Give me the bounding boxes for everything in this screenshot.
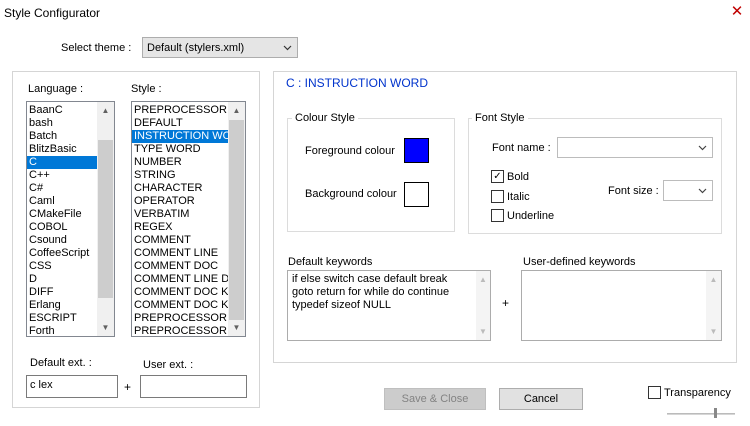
style-list-item[interactable]: CHARACTER xyxy=(132,182,229,195)
style-list-item[interactable]: COMMENT DOC xyxy=(132,260,229,273)
style-list-item[interactable]: COMMENT xyxy=(132,234,229,247)
scroll-thumb[interactable] xyxy=(98,140,113,298)
transparency-checkbox[interactable] xyxy=(648,386,661,399)
foreground-label: Foreground colour xyxy=(305,145,395,157)
default-keywords-label: Default keywords xyxy=(288,256,373,268)
scroll-down-icon[interactable]: ▼ xyxy=(706,323,721,340)
underline-label: Underline xyxy=(507,210,555,222)
default-ext-label: Default ext. : xyxy=(30,357,92,369)
style-scrollbar[interactable]: ▲ ▼ xyxy=(228,102,245,336)
style-list-item[interactable]: INSTRUCTION WORD xyxy=(132,130,229,143)
background-colour-swatch[interactable] xyxy=(404,182,429,207)
font-name-select[interactable] xyxy=(557,137,713,158)
style-label: Style : xyxy=(131,83,162,95)
style-list-item[interactable]: OPERATOR xyxy=(132,195,229,208)
style-list-item[interactable]: COMMENT DOC KEYWORD xyxy=(132,286,229,299)
italic-label: Italic xyxy=(507,191,530,203)
style-list-item[interactable]: NUMBER xyxy=(132,156,229,169)
scroll-down-icon[interactable]: ▼ xyxy=(97,319,114,336)
chevron-down-icon xyxy=(698,145,707,151)
style-list-item[interactable]: STRING xyxy=(132,169,229,182)
user-keywords-label: User-defined keywords xyxy=(523,256,636,268)
style-list-item[interactable]: COMMENT LINE DOC xyxy=(132,273,229,286)
colour-style-label: Colour Style xyxy=(292,112,358,124)
keyword-line: goto return for while do continue xyxy=(292,286,450,298)
font-name-label: Font name : xyxy=(492,142,551,154)
keywords-scrollbar[interactable]: ▲ ▼ xyxy=(476,271,490,340)
chevron-down-icon xyxy=(698,188,707,194)
foreground-colour-swatch[interactable] xyxy=(404,138,429,163)
scroll-down-icon[interactable]: ▼ xyxy=(228,319,245,336)
cancel-button[interactable]: Cancel xyxy=(499,388,583,410)
style-list-item[interactable]: COMMENT DOC KEYWORD ERROR xyxy=(132,299,229,312)
default-keywords-area[interactable]: if else switch case default break goto re… xyxy=(287,270,491,341)
style-list-item[interactable]: TYPE WORD xyxy=(132,143,229,156)
panel-header: C : INSTRUCTION WORD xyxy=(286,76,428,90)
style-list-item[interactable]: PREPROCESSOR xyxy=(132,104,229,117)
language-label: Language : xyxy=(28,83,84,95)
style-list-item[interactable]: VERBATIM xyxy=(132,208,229,221)
font-size-select[interactable] xyxy=(663,180,713,201)
style-list-item[interactable]: DEFAULT xyxy=(132,117,229,130)
theme-select[interactable]: Default (stylers.xml) xyxy=(142,37,298,58)
user-keywords-area[interactable] xyxy=(521,270,722,341)
user-ext-label: User ext. : xyxy=(143,359,194,371)
keywords-plus: + xyxy=(502,296,510,310)
user-keywords-scrollbar[interactable]: ▲ ▼ xyxy=(706,271,721,340)
keyword-line: if else switch case default break xyxy=(292,273,448,285)
style-list-item[interactable]: PREPROCESSOR COMMENT DOC xyxy=(132,325,229,336)
scroll-up-icon[interactable]: ▲ xyxy=(476,271,490,288)
default-ext-field[interactable]: c lex xyxy=(26,375,118,398)
transparency-slider-thumb[interactable] xyxy=(714,408,717,418)
transparency-slider[interactable] xyxy=(667,413,735,415)
background-label: Background colour xyxy=(305,188,397,200)
theme-select-value: Default (stylers.xml) xyxy=(147,41,245,54)
ext-plus: + xyxy=(124,380,132,394)
style-list-item[interactable]: REGEX xyxy=(132,221,229,234)
colour-style-group xyxy=(287,118,455,232)
style-list[interactable]: PREPROCESSORDEFAULTINSTRUCTION WORDTYPE … xyxy=(131,101,246,337)
scroll-up-icon[interactable]: ▲ xyxy=(706,271,721,288)
underline-checkbox[interactable] xyxy=(491,209,504,222)
theme-label: Select theme : xyxy=(61,42,132,54)
keyword-line: typedef sizeof NULL xyxy=(292,299,392,311)
transparency-label: Transparency xyxy=(664,387,731,399)
close-icon[interactable]: ✕ xyxy=(728,3,746,21)
user-ext-field[interactable] xyxy=(140,375,247,398)
window-title: Style Configurator xyxy=(4,6,101,20)
scroll-up-icon[interactable]: ▲ xyxy=(228,102,245,119)
font-style-label: Font Style xyxy=(472,112,528,124)
scroll-thumb[interactable] xyxy=(229,120,244,320)
save-close-button[interactable]: Save & Close xyxy=(384,388,486,410)
scroll-up-icon[interactable]: ▲ xyxy=(97,102,114,119)
chevron-down-icon xyxy=(283,45,292,51)
bold-checkbox[interactable]: ✓ xyxy=(491,170,504,183)
bold-label: Bold xyxy=(507,171,530,183)
style-list-item[interactable]: PREPROCESSOR COMMENT xyxy=(132,312,229,325)
font-size-label: Font size : xyxy=(608,185,659,197)
scroll-down-icon[interactable]: ▼ xyxy=(476,323,490,340)
language-list[interactable]: BaanC bash Batch BlitzBasic C C++ C# Caml CMakeF… xyxy=(26,101,115,337)
italic-checkbox[interactable] xyxy=(491,190,504,203)
language-scrollbar[interactable]: ▲ ▼ xyxy=(97,102,114,336)
style-list-item[interactable]: COMMENT LINE xyxy=(132,247,229,260)
